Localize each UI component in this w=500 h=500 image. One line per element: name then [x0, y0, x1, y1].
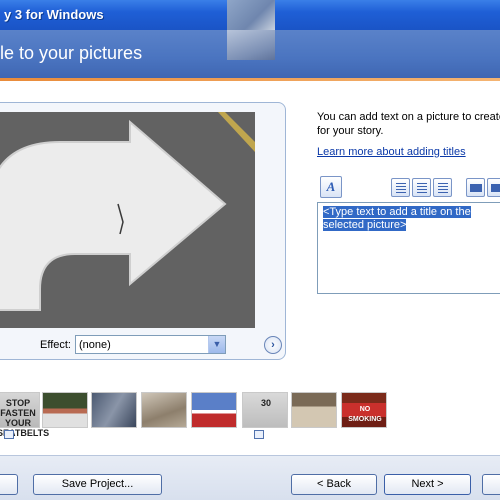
- filmstrip-thumb[interactable]: NO SMOKING: [341, 392, 387, 428]
- title-placeholder: <Type text to add a title on the selecte…: [323, 206, 498, 232]
- title-photo: [227, 0, 275, 30]
- effect-value: (none): [79, 339, 111, 351]
- filmstrip-thumb[interactable]: [42, 392, 88, 428]
- font-icon: A: [326, 179, 336, 194]
- filmstrip-thumb[interactable]: 30: [242, 392, 288, 428]
- back-button[interactable]: < Back: [291, 474, 377, 495]
- road-arrow-image: [0, 112, 255, 328]
- help-button[interactable]: [0, 474, 18, 495]
- font-button[interactable]: A: [320, 176, 342, 198]
- save-project-button[interactable]: Save Project...: [33, 474, 162, 495]
- title-bar: y 3 for Windows: [0, 0, 500, 30]
- picture-preview: [0, 112, 255, 328]
- instruction-text: You can add text on a picture to create …: [317, 110, 500, 138]
- page-title: le to your pictures: [0, 43, 143, 63]
- position-middle-icon: [491, 184, 500, 192]
- filmstrip-thumb[interactable]: [91, 392, 137, 428]
- chevron-right-icon: ›: [271, 339, 275, 351]
- chevron-down-icon[interactable]: ▼: [208, 336, 225, 353]
- page-header: le to your pictures: [0, 30, 500, 78]
- filmstrip-thumb[interactable]: [291, 392, 337, 428]
- filmstrip-thumb[interactable]: STOP FASTEN YOUR SEATBELTS: [0, 392, 49, 438]
- title-placeholder-line-2: selected picture>: [323, 219, 407, 231]
- thumb-label: NO SMOKING: [348, 406, 382, 423]
- thumb-label: 30: [260, 398, 271, 408]
- title-placeholder-line-1: <Type text to add a title on the: [323, 206, 471, 218]
- position-top-button[interactable]: [466, 178, 485, 197]
- filmstrip-thumb[interactable]: [141, 392, 187, 428]
- position-top-icon: [470, 184, 482, 192]
- instruction-line-2: for your story.: [317, 125, 384, 137]
- effect-dropdown[interactable]: (none) ▼: [75, 335, 226, 354]
- title-added-icon: [254, 430, 264, 439]
- cancel-button[interactable]: [482, 474, 500, 495]
- align-center-button[interactable]: [412, 178, 431, 197]
- align-right-icon: [438, 183, 448, 193]
- position-middle-button[interactable]: [487, 178, 500, 197]
- instruction-line-1: You can add text on a picture to create …: [317, 111, 500, 123]
- next-button[interactable]: Next >: [384, 474, 471, 495]
- align-left-button[interactable]: [391, 178, 410, 197]
- next-effect-button[interactable]: ›: [264, 336, 282, 354]
- window-title: y 3 for Windows: [4, 7, 104, 22]
- filmstrip-thumb[interactable]: [191, 392, 237, 428]
- header-photo: [227, 30, 275, 60]
- align-right-button[interactable]: [433, 178, 452, 197]
- align-center-icon: [417, 183, 427, 193]
- effect-label: Effect:: [40, 339, 71, 351]
- title-text-input[interactable]: <Type text to add a title on the selecte…: [317, 202, 500, 294]
- align-left-icon: [396, 183, 406, 193]
- learn-more-link[interactable]: Learn more about adding titles: [317, 146, 466, 158]
- title-added-icon: [4, 430, 14, 439]
